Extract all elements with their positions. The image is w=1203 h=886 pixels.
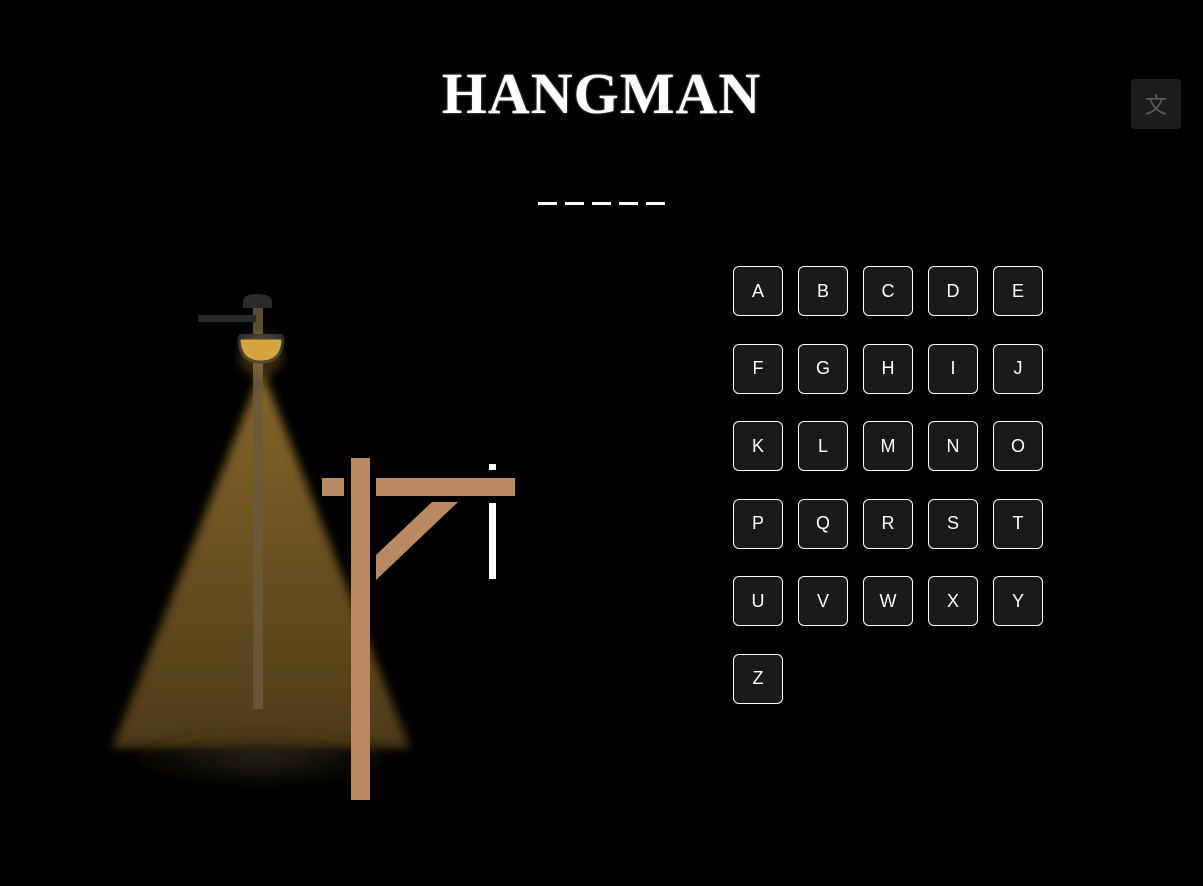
letter-key-b[interactable]: B (798, 266, 848, 316)
translate-icon: 文 (1144, 94, 1167, 119)
scene (104, 294, 515, 800)
letter-key-i[interactable]: I (928, 343, 978, 394)
letter-key-o[interactable]: O (993, 421, 1043, 471)
letter-key-v[interactable]: V (798, 576, 848, 626)
letter-key-e[interactable]: E (993, 266, 1043, 316)
letter-key-j[interactable]: J (993, 343, 1043, 394)
letter-key-q[interactable]: Q (798, 498, 848, 549)
letter-key-x[interactable]: X (928, 576, 978, 626)
letter-key-r[interactable]: R (863, 498, 913, 549)
letter-keyboard: ABCDE FGHIJ KLMNO PQRST UVWXY Z (733, 266, 1053, 704)
letter-key-s[interactable]: S (928, 498, 978, 549)
street-lamp-icon (104, 294, 420, 784)
letter-key-d[interactable]: D (928, 266, 978, 316)
letter-key-a[interactable]: A (733, 266, 783, 316)
language-button[interactable]: 文 (1131, 79, 1181, 129)
letter-key-h[interactable]: H (863, 343, 913, 394)
letter-key-y[interactable]: Y (993, 576, 1043, 626)
letter-key-g[interactable]: G (798, 343, 848, 394)
letter-key-m[interactable]: M (863, 421, 913, 471)
letter-key-n[interactable]: N (928, 421, 978, 471)
letter-key-k[interactable]: K (733, 421, 783, 471)
letter-key-u[interactable]: U (733, 576, 783, 626)
letter-key-f[interactable]: F (733, 343, 783, 394)
letter-key-z[interactable]: Z (733, 653, 783, 704)
letter-key-t[interactable]: T (993, 498, 1043, 549)
letter-key-w[interactable]: W (863, 576, 913, 626)
letter-key-c[interactable]: C (863, 266, 913, 316)
letter-key-p[interactable]: P (733, 498, 783, 549)
letter-key-l[interactable]: L (798, 421, 848, 471)
